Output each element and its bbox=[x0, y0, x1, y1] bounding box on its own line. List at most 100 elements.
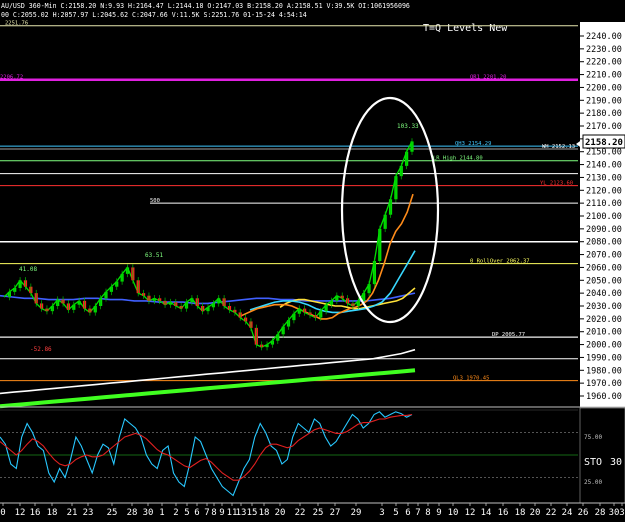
x-tick-label: 24 bbox=[562, 508, 573, 518]
x-tick-label: 28 bbox=[127, 508, 138, 518]
x-tick-label: 3 bbox=[619, 508, 624, 518]
level-label: 2206.72 bbox=[0, 75, 23, 81]
osc-axis-panel bbox=[579, 407, 625, 504]
price-tick-label: 2170.00 bbox=[586, 122, 622, 132]
x-tick-label: 16 bbox=[30, 508, 41, 518]
x-tick-label: 21 bbox=[67, 508, 78, 518]
x-tick-label: 12 bbox=[15, 508, 26, 518]
level-label: 500 bbox=[150, 198, 160, 204]
level-label: QL3 1970.45 bbox=[453, 376, 489, 382]
x-tick-label: 23 bbox=[83, 508, 94, 518]
chart-title: T=Q Levels New bbox=[423, 23, 508, 34]
price-tick-label: 1980.00 bbox=[586, 366, 622, 376]
chart-window: AU/USD 360-Min C:2158.20 N:9.93 H:2164.4… bbox=[0, 0, 625, 518]
x-tick-label: 2 bbox=[173, 508, 178, 518]
price-tick-label: 2030.00 bbox=[586, 302, 622, 312]
price-series bbox=[0, 138, 416, 409]
x-tick-label: 18 bbox=[259, 508, 270, 518]
x-tick-label: 28 bbox=[595, 508, 606, 518]
x-tick-label: 16 bbox=[498, 508, 509, 518]
x-tick-label: 14 bbox=[481, 508, 492, 518]
price-tick-label: 2060.00 bbox=[586, 263, 622, 273]
level-label: QH3 2154.29 bbox=[455, 141, 491, 147]
level-label: WH 2152.13 bbox=[542, 144, 575, 150]
price-tick-label: 2220.00 bbox=[586, 58, 622, 68]
x-tick-label: 7 bbox=[204, 508, 209, 518]
price-tick-label: 2200.00 bbox=[586, 83, 622, 93]
series-line-close bbox=[3, 141, 413, 348]
osc-period: 30 bbox=[610, 457, 622, 468]
annotation-41: 41.08 bbox=[19, 266, 37, 273]
x-tick-label: 9 bbox=[436, 508, 441, 518]
level-label: LR High 2144.80 bbox=[433, 156, 483, 162]
x-tick-label: 18 bbox=[515, 508, 526, 518]
x-tick-label: 8 bbox=[211, 508, 216, 518]
level-label: YL 2123.60 bbox=[540, 181, 573, 187]
osc-tick-25: 25.00 bbox=[584, 479, 602, 486]
x-tick-label: 5 bbox=[393, 508, 398, 518]
x-tick-label: 9 bbox=[219, 508, 224, 518]
level-label: 0 RollOver 2062.37 bbox=[470, 259, 530, 265]
price-tick-label: 2070.00 bbox=[586, 251, 622, 261]
price-tick-label: 2210.00 bbox=[586, 71, 622, 81]
x-tick-label: 22 bbox=[546, 508, 557, 518]
price-tick-label: 2010.00 bbox=[586, 328, 622, 338]
stochastic-panel bbox=[0, 409, 578, 497]
price-tick-label: 2130.00 bbox=[586, 173, 622, 183]
annotation-63: 63.51 bbox=[145, 252, 163, 259]
x-tick-label: 8 bbox=[425, 508, 430, 518]
price-chart[interactable]: AU/USD 360-Min C:2158.20 N:9.93 H:2164.4… bbox=[0, 0, 625, 518]
last-price-marker: 2158.20 bbox=[576, 134, 625, 149]
annotation-neg52: -52.86 bbox=[30, 346, 52, 353]
header-row2: 00 C:2055.02 H:2057.97 L:2045.62 C:2047.… bbox=[1, 11, 307, 19]
price-tick-label: 2090.00 bbox=[586, 225, 622, 235]
x-tick-label: 20 bbox=[275, 508, 286, 518]
price-tick-label: 2120.00 bbox=[586, 186, 622, 196]
osc-line-d bbox=[0, 413, 413, 481]
x-tick-label: 18 bbox=[47, 508, 58, 518]
x-tick-label: 25 bbox=[313, 508, 324, 518]
price-tick-label: 1970.00 bbox=[586, 379, 622, 389]
price-tick-label: 2020.00 bbox=[586, 315, 622, 325]
x-tick-label: 3 bbox=[379, 508, 384, 518]
price-axis: 2240.00 2230.00 2220.00 2210.00 2200.00 2190.… bbox=[580, 32, 622, 402]
x-tick-label: 30 bbox=[609, 508, 620, 518]
x-tick-label: 22 bbox=[295, 508, 306, 518]
level-lines: 2251.76 QR1 2201.20 2206.72 QH3 2154.29 WH 2… bbox=[0, 21, 578, 382]
x-tick-label: 6 bbox=[405, 508, 410, 518]
osc-line-k bbox=[0, 411, 413, 497]
price-tick-label: 2040.00 bbox=[586, 289, 622, 299]
price-tick-label: 2140.00 bbox=[586, 161, 622, 171]
price-tick-label: 2180.00 bbox=[586, 109, 622, 119]
price-tick-label: 1990.00 bbox=[586, 353, 622, 363]
price-tick-label: 2240.00 bbox=[586, 32, 622, 42]
x-axis: 0 12 16 18 21 23 25 28 30 1 2 5 6 7 8 9 1113 15 18 20 22 25 27… bbox=[0, 503, 625, 518]
price-tick-label: 2100.00 bbox=[586, 212, 622, 222]
x-tick-label: 30 bbox=[143, 508, 154, 518]
x-tick-label: 20 bbox=[530, 508, 541, 518]
x-tick-label: 10 bbox=[448, 508, 459, 518]
header-row1: AU/USD 360-Min C:2158.20 N:9.93 H:2164.4… bbox=[1, 2, 410, 10]
x-tick-label: 15 bbox=[247, 508, 258, 518]
level-label: DP 2005.77 bbox=[492, 332, 525, 338]
price-tick-label: 2000.00 bbox=[586, 341, 622, 351]
osc-label: STO bbox=[584, 457, 602, 468]
x-tick-label: 7 bbox=[415, 508, 420, 518]
price-tick-label: 2050.00 bbox=[586, 276, 622, 286]
x-tick-label: 25 bbox=[107, 508, 118, 518]
x-tick-label: 5 bbox=[184, 508, 189, 518]
x-tick-label: 26 bbox=[578, 508, 589, 518]
price-tick-label: 1960.00 bbox=[586, 392, 622, 402]
x-tick-label: 6 bbox=[194, 508, 199, 518]
osc-tick-75: 75.00 bbox=[584, 434, 602, 441]
x-tick-label: 1 bbox=[159, 508, 164, 518]
x-tick-label: 27 bbox=[330, 508, 341, 518]
price-tick-label: 2190.00 bbox=[586, 96, 622, 106]
x-tick-label: 29 bbox=[351, 508, 362, 518]
price-tick-label: 2080.00 bbox=[586, 238, 622, 248]
x-tick-label: 13 bbox=[236, 508, 247, 518]
annotation-103: 103.33 bbox=[397, 123, 419, 130]
level-label: QR1 2201.20 bbox=[470, 75, 506, 81]
price-tick-label: 2110.00 bbox=[586, 199, 622, 209]
price-tick-label: 2150.00 bbox=[586, 148, 622, 158]
